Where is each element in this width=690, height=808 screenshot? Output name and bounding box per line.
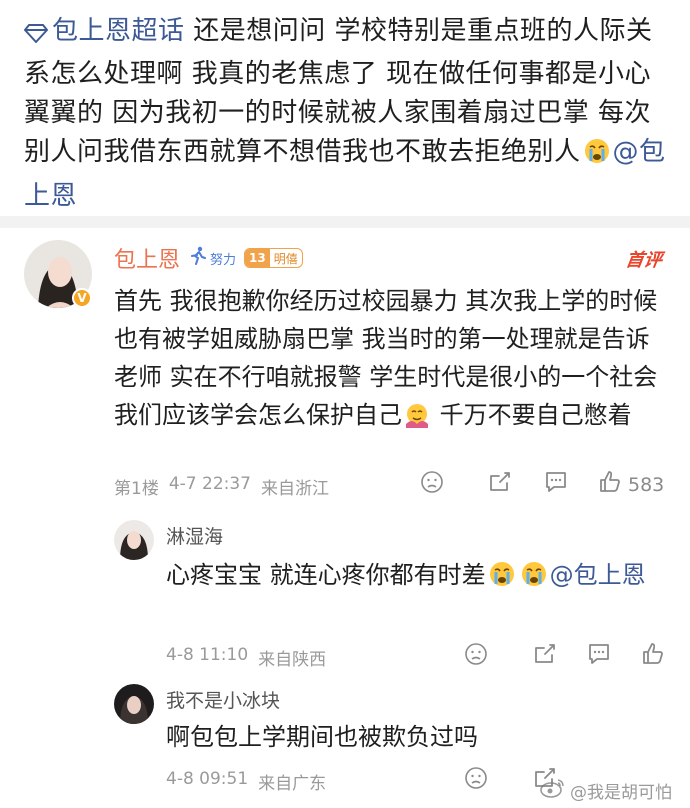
hot-comment-tag: 首评 xyxy=(624,250,664,271)
watermark: @我是胡可怕 xyxy=(540,778,672,803)
comment-text-end: 千万不要自己憋着 xyxy=(432,401,632,429)
runner-icon xyxy=(188,246,208,270)
reply-meta: 4-8 09:51 来自广东 xyxy=(166,769,326,794)
reply-location: 来自陕西 xyxy=(258,650,327,670)
reply-text: 心疼宝宝 就连心疼你都有时差 @包上恩 xyxy=(166,556,660,599)
comment-header: 包上恩 努力 13 明僖 xyxy=(114,242,303,274)
crying-emoji-icon xyxy=(583,137,611,177)
reply-time: 4-8 11:10 xyxy=(166,645,249,665)
avatar[interactable] xyxy=(114,520,154,560)
watermark-text: @我是胡可怕 xyxy=(570,783,672,803)
fan-badge: 13 明僖 xyxy=(244,248,303,268)
topic-link[interactable]: 包上恩超话 xyxy=(52,16,185,46)
level-label: 努力 xyxy=(210,252,237,268)
comment-author[interactable]: 包上恩 xyxy=(114,242,180,274)
repost-icon[interactable] xyxy=(532,642,558,666)
diamond-icon xyxy=(24,16,48,55)
crying-emoji-icon xyxy=(520,560,548,599)
reply-author[interactable]: 淋湿海 xyxy=(166,522,223,549)
comment-icon[interactable] xyxy=(586,642,612,666)
hug-emoji-icon xyxy=(404,401,430,439)
comment-text: 首先 我很抱歉你经历过校园暴力 其次我上学的时候也有被学姐威胁扇巴掌 我当时的第… xyxy=(114,282,660,439)
section-divider xyxy=(0,216,690,228)
sad-face-icon[interactable] xyxy=(464,642,488,666)
reply-location: 来自广东 xyxy=(258,774,327,794)
thumbs-up-icon xyxy=(598,470,622,499)
fan-label: 明僖 xyxy=(273,251,298,266)
weibo-logo-icon xyxy=(540,778,566,803)
avatar[interactable] xyxy=(114,684,154,724)
fan-level: 13 xyxy=(245,249,270,267)
repost-icon[interactable] xyxy=(487,470,513,494)
level-badge: 努力 xyxy=(188,246,236,270)
reply-author[interactable]: 我不是小冰块 xyxy=(166,686,280,713)
sad-face-icon[interactable] xyxy=(464,766,488,790)
reply-text: 啊包包上学期间也被欺负过吗 xyxy=(166,723,478,751)
post-text: 包上恩超话 还是想问问 学校特别是重点班的人际关系怎么处理啊 我真的老焦虑了 现… xyxy=(24,12,666,216)
comment-floor: 第1楼 xyxy=(114,479,159,499)
reply-meta: 4-8 11:10 来自陕西 xyxy=(166,645,326,670)
reply-mention-link[interactable]: @包上恩 xyxy=(550,561,646,589)
thumbs-up-icon[interactable] xyxy=(641,642,665,666)
comment-location: 来自浙江 xyxy=(261,479,329,499)
comment-time: 4-7 22:37 xyxy=(168,474,251,494)
reply-time: 4-8 09:51 xyxy=(166,769,249,789)
like-button[interactable]: 583 xyxy=(598,470,664,499)
reply-text-body: 心疼宝宝 就连心疼你都有时差 xyxy=(166,561,486,589)
verified-badge-icon: V xyxy=(72,288,92,308)
crying-emoji-icon xyxy=(488,560,516,599)
like-count: 583 xyxy=(628,473,665,496)
comment-meta: 第1楼 4-7 22:37 来自浙江 xyxy=(114,474,329,499)
comment-icon[interactable] xyxy=(543,470,569,494)
sad-face-icon[interactable] xyxy=(420,470,444,494)
